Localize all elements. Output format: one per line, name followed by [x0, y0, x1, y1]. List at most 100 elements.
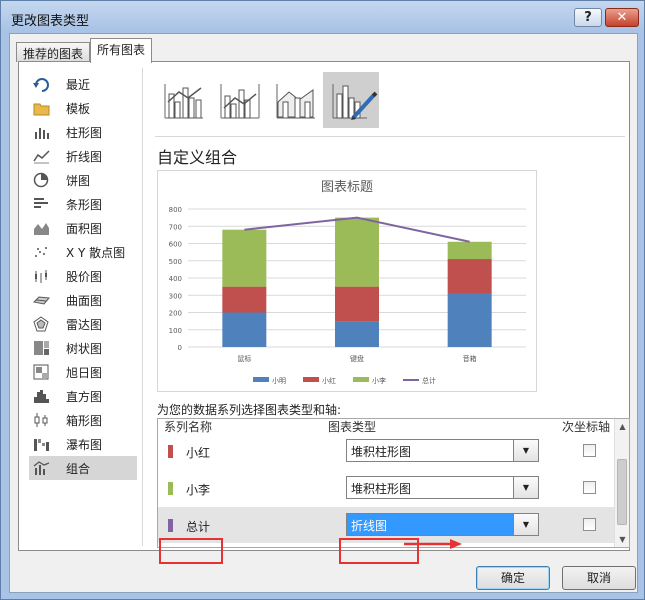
sidebar-item[interactable]: 曲面图 [29, 288, 137, 312]
column-chart-icon [35, 128, 49, 139]
sidebar-item-label: 柱形图 [66, 125, 103, 140]
sidebar-item-label: 饼图 [66, 173, 91, 188]
folder-icon [33, 103, 50, 116]
sidebar-item[interactable]: 瀑布图 [29, 432, 137, 456]
box-whisker-chart-icon [34, 413, 48, 427]
clustered-column-line-secondary-axis-button[interactable] [211, 72, 267, 128]
series-color-swatch [168, 519, 173, 532]
clustered-column-line-button[interactable] [155, 72, 211, 128]
series-name: 小红 [186, 446, 211, 460]
sidebar-item[interactable]: 箱形图 [29, 408, 137, 432]
window-title: 更改图表类型 [11, 14, 90, 29]
sidebar-item-label: 箱形图 [66, 413, 103, 428]
series-instruction: 为您的数据系列选择图表类型和轴: [157, 403, 342, 417]
chart-type-dropdown[interactable]: 堆积柱形图 ▼ [346, 439, 539, 462]
tab-recommended-charts[interactable]: 推荐的图表 [16, 42, 91, 62]
bar-segment [335, 321, 379, 347]
highlight-box-series [159, 538, 223, 564]
chevron-down-icon[interactable]: ▼ [513, 477, 538, 498]
histogram-chart-icon [34, 390, 49, 403]
radar-chart-icon [33, 316, 49, 332]
red-arrow-icon [404, 539, 462, 549]
y-tick-label: 300 [169, 292, 182, 300]
y-tick-label: 0 [178, 344, 182, 352]
recent-icon [33, 78, 49, 92]
sidebar-item[interactable]: 直方图 [29, 384, 137, 408]
sidebar-item-label: 最近 [66, 77, 91, 92]
separator [155, 136, 625, 137]
close-button[interactable]: ✕ [605, 8, 639, 27]
sidebar-item[interactable]: 最近 [29, 72, 137, 96]
chart-type-dropdown[interactable]: 堆积柱形图 ▼ [346, 476, 539, 499]
sidebar-item[interactable]: 股价图 [29, 264, 137, 288]
y-tick-label: 100 [169, 327, 182, 335]
chevron-down-icon[interactable]: ▼ [513, 514, 538, 535]
sidebar-item[interactable]: 组合 [29, 456, 137, 480]
combo-chart-icon [33, 461, 50, 475]
sidebar-item[interactable]: 柱形图 [29, 120, 137, 144]
x-tick-label: 鼠标 [237, 354, 251, 363]
series-row: 小李 堆积柱形图 ▼ [158, 470, 614, 506]
series-name: 总计 [186, 520, 211, 534]
chart-type-value: 堆积柱形图 [351, 482, 412, 496]
series-color-swatch [168, 482, 173, 495]
sidebar-item-label: 模板 [66, 101, 91, 116]
stacked-area-clustered-column-icon [276, 84, 315, 119]
sunburst-chart-icon [33, 364, 49, 380]
bar-segment [222, 286, 267, 313]
ok-button[interactable]: 确定 [476, 566, 550, 590]
y-tick-label: 700 [169, 223, 182, 231]
stacked-area-clustered-column-button[interactable] [267, 72, 323, 128]
secondary-axis-checkbox[interactable] [583, 444, 596, 457]
scroll-down-icon[interactable]: ▼ [615, 532, 629, 547]
sidebar-item-label: 旭日图 [66, 365, 103, 380]
sidebar-item[interactable]: X Y 散点图 [29, 240, 137, 264]
clustered-column-line-icon [164, 84, 203, 119]
y-tick-label: 200 [169, 310, 182, 318]
legend-label: 小红 [322, 376, 336, 385]
bar-segment [447, 241, 492, 260]
vertical-scrollbar[interactable]: ▲ ▼ [614, 419, 629, 547]
series-row: 小红 堆积柱形图 ▼ [158, 433, 614, 469]
sidebar-item[interactable]: 树状图 [29, 336, 137, 360]
waterfall-chart-icon [34, 439, 49, 451]
secondary-axis-checkbox[interactable] [583, 518, 596, 531]
chart-type-value: 折线图 [351, 519, 388, 533]
area-chart-icon [34, 223, 49, 235]
stock-chart-icon [35, 270, 47, 283]
chart-category-list: 最近模板柱形图折线图饼图条形图 面积图 X Y 散点图 股价图曲面图雷达图 树状图旭日图… [29, 72, 137, 480]
scrollbar-thumb[interactable] [617, 459, 627, 525]
divider [142, 68, 143, 546]
sidebar-item[interactable]: 折线图 [29, 144, 137, 168]
y-tick-label: 600 [169, 241, 182, 249]
chevron-down-icon[interactable]: ▼ [513, 440, 538, 461]
sidebar-item[interactable]: 模板 [29, 96, 137, 120]
sidebar-item[interactable]: 条形图 [29, 192, 137, 216]
bar-segment [222, 229, 267, 287]
clustered-column-line-secondary-axis-icon [220, 84, 260, 119]
y-tick-label: 500 [169, 258, 182, 266]
sidebar-item-label: 曲面图 [66, 293, 103, 308]
scroll-up-icon[interactable]: ▲ [615, 419, 629, 434]
cancel-button[interactable]: 取消 [562, 566, 636, 590]
bar-segment [335, 286, 379, 322]
custom-combo-button[interactable] [323, 72, 379, 128]
chart-type-dropdown[interactable]: 折线图 ▼ [346, 513, 539, 536]
legend-swatch [253, 377, 269, 382]
sidebar-item[interactable]: 雷达图 [29, 312, 137, 336]
sidebar-item[interactable]: 饼图 [29, 168, 137, 192]
tab-all-charts[interactable]: 所有图表 [90, 38, 153, 63]
change-chart-type-dialog: 更改图表类型 ? ✕ 推荐的图表 所有图表 最近 模板 柱形图 折线图 饼图 条形图 面积图… [0, 0, 645, 600]
bar-segment [447, 259, 492, 294]
series-name: 小李 [186, 483, 211, 497]
secondary-axis-checkbox[interactable] [583, 481, 596, 494]
bar-segment [335, 217, 379, 287]
treemap-chart-icon [34, 341, 49, 355]
sidebar-item[interactable]: 面积图 [29, 216, 137, 240]
y-tick-label: 400 [169, 275, 182, 283]
custom-combo-icon [332, 84, 378, 120]
bar-segment [447, 293, 492, 347]
sidebar-item[interactable]: 旭日图 [29, 360, 137, 384]
help-button[interactable]: ? [574, 8, 602, 27]
sidebar-item-label: 直方图 [66, 389, 103, 404]
